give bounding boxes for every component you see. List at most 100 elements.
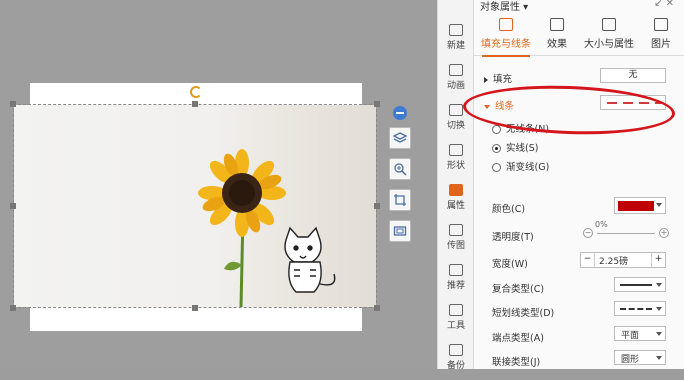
resize-handle-left[interactable]: [10, 203, 16, 209]
color-label: 颜色(C): [492, 204, 526, 215]
tab-label: 效果: [547, 39, 567, 50]
fill-dropdown[interactable]: 无: [600, 68, 666, 83]
strip-item-new[interactable]: 新建: [438, 20, 474, 60]
strip-item-shape[interactable]: 形状: [438, 140, 474, 180]
fill-section-header[interactable]: 填充: [484, 71, 512, 85]
strip-label: 动画: [446, 81, 465, 91]
join-type-dropdown[interactable]: 圆形: [614, 350, 666, 365]
decrease-button[interactable]: −: [581, 253, 595, 267]
width-value[interactable]: 2.25磅: [599, 254, 628, 267]
width-label: 宽度(W): [492, 259, 528, 270]
zoom-icon[interactable]: [389, 158, 411, 180]
tab-fill-and-line[interactable]: 填充与线条: [476, 14, 536, 57]
image-icon: [654, 18, 668, 31]
strip-label: 形状: [446, 161, 465, 171]
radio-button: [492, 144, 501, 153]
tab-label: 大小与属性: [584, 39, 634, 50]
toolbox-icon: [449, 304, 463, 316]
resize-handle-tr[interactable]: [374, 101, 380, 107]
layers-icon[interactable]: [389, 127, 411, 149]
rotate-handle-icon[interactable]: [190, 86, 202, 98]
animation-icon: [449, 64, 463, 76]
size-grid-icon: [602, 18, 616, 31]
transparency-slider[interactable]: − 0% +: [583, 220, 669, 240]
recommend-icon: [449, 264, 463, 276]
upload-image-icon: [449, 224, 463, 236]
slider-track: [597, 233, 655, 234]
shape-icon: [449, 144, 463, 156]
panel-title: 对象属性 ▾: [480, 2, 529, 13]
tab-size-and-property[interactable]: 大小与属性: [578, 14, 640, 56]
strip-label: 切换: [446, 121, 465, 131]
strip-item-toolbox[interactable]: 工具: [438, 300, 474, 340]
radio-label: 实线(S): [506, 143, 539, 154]
property-tabs: 填充与线条 效果 大小与属性 图片: [474, 14, 684, 57]
chevron-down-icon: [656, 332, 662, 336]
strip-label: 传图: [446, 241, 465, 251]
frame-icon[interactable]: [389, 220, 411, 242]
width-stepper[interactable]: − 2.25磅 +: [580, 252, 666, 268]
cap-type-dropdown[interactable]: 平面: [614, 326, 666, 341]
side-icon-strip: 新建 动画 切换 形状 属性 传图 推荐 工具 备份: [437, 0, 474, 371]
cap-type-value: 平面: [621, 331, 640, 341]
resize-handle-tl[interactable]: [10, 101, 16, 107]
fill-bucket-icon: [499, 18, 513, 31]
compound-type-label: 复合类型(C): [492, 284, 545, 295]
backup-icon: [449, 344, 463, 356]
radio-solid-line[interactable]: 实线(S): [492, 140, 538, 154]
dash-line-preview-icon: [620, 308, 652, 310]
dash-type-dropdown[interactable]: [614, 301, 666, 316]
object-property-panel: 对象属性 ▾ ↙ ✕ 填充与线条 效果 大小与属性 图片 填充 无 线条 无线条…: [473, 0, 684, 369]
solid-line-preview-icon: [620, 284, 652, 286]
join-type-value: 圆形: [621, 355, 640, 365]
transparency-value: 0%: [595, 220, 608, 229]
new-icon: [449, 24, 463, 36]
resize-handle-bottom[interactable]: [192, 305, 198, 311]
tab-label: 图片: [651, 39, 671, 50]
radio-label: 渐变线(G): [506, 162, 550, 173]
cube-icon: [550, 18, 564, 31]
radio-button: [492, 163, 501, 172]
strip-label: 工具: [446, 321, 465, 331]
resize-handle-top[interactable]: [192, 101, 198, 107]
strip-item-recommend[interactable]: 推荐: [438, 260, 474, 300]
slide-canvas[interactable]: [0, 0, 437, 369]
increase-button[interactable]: +: [651, 253, 665, 267]
color-swatch: [618, 201, 654, 211]
fill-label: 填充: [493, 74, 513, 85]
resize-handle-br[interactable]: [374, 305, 380, 311]
radio-button: [492, 125, 501, 134]
collapse-minus-icon[interactable]: [393, 106, 407, 120]
strip-label: 属性: [446, 201, 465, 211]
strip-item-upload-image[interactable]: 传图: [438, 220, 474, 260]
strip-item-backup[interactable]: 备份: [438, 340, 474, 380]
line-color-picker[interactable]: [614, 197, 666, 214]
strip-label: 备份: [446, 361, 465, 371]
tab-label: 填充与线条: [481, 39, 531, 50]
join-type-label: 联接类型(J): [492, 357, 541, 368]
cap-type-label: 端点类型(A): [492, 333, 544, 344]
property-icon: [449, 184, 463, 196]
transparency-label: 透明度(T): [492, 232, 534, 243]
tab-effect[interactable]: 效果: [538, 14, 576, 56]
strip-label: 推荐: [446, 281, 465, 291]
chevron-down-icon: [656, 307, 662, 311]
resize-handle-bl[interactable]: [10, 305, 16, 311]
minus-icon[interactable]: −: [583, 228, 593, 238]
chevron-down-icon: [656, 356, 662, 360]
panel-window-controls[interactable]: ↙ ✕: [654, 0, 674, 9]
tab-picture[interactable]: 图片: [642, 14, 680, 56]
strip-label: 新建: [446, 41, 465, 51]
chevron-down-icon: [656, 283, 662, 287]
resize-handle-right[interactable]: [374, 203, 380, 209]
selection-frame: [13, 104, 377, 308]
transition-icon: [449, 104, 463, 116]
dash-type-label: 短划线类型(D): [492, 308, 555, 319]
strip-item-animation[interactable]: 动画: [438, 60, 474, 100]
plus-icon[interactable]: +: [659, 228, 669, 238]
strip-item-property[interactable]: 属性: [438, 180, 474, 220]
crop-icon[interactable]: [389, 189, 411, 211]
compound-type-dropdown[interactable]: [614, 277, 666, 292]
chevron-down-icon: [656, 203, 662, 207]
radio-gradient-line[interactable]: 渐变线(G): [492, 159, 549, 173]
